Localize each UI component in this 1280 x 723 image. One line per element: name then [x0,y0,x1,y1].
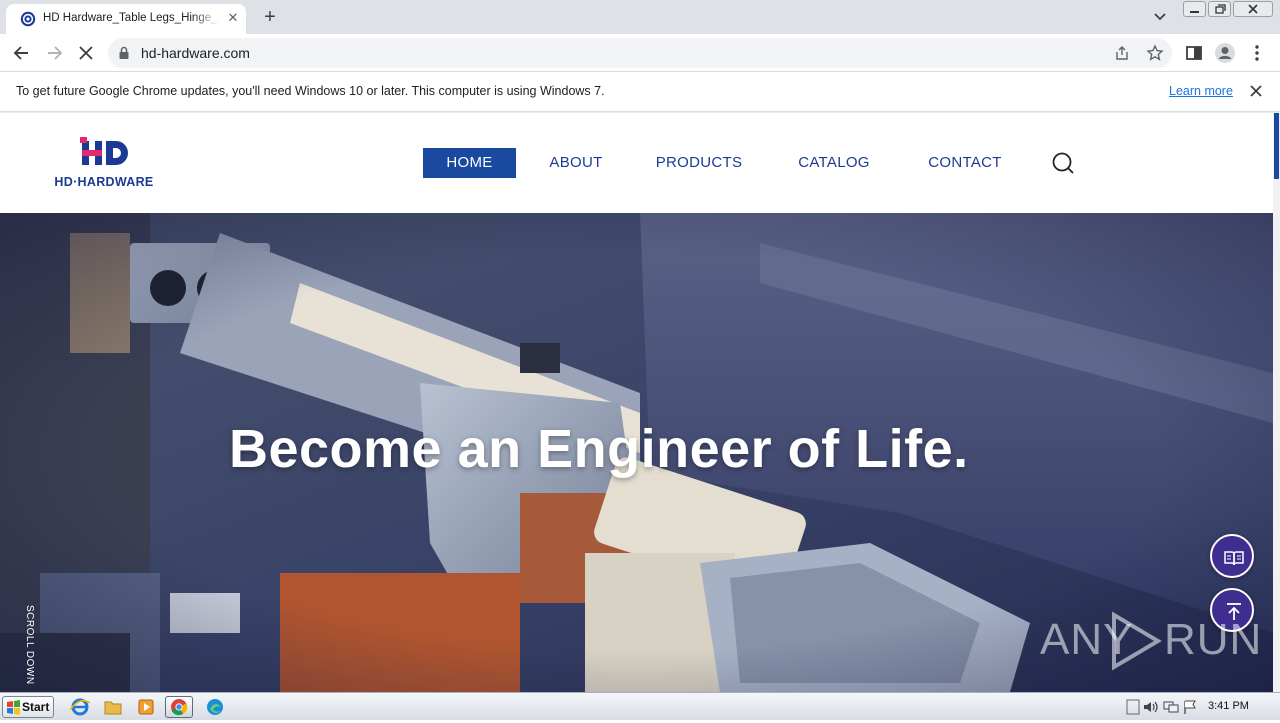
site-favicon-icon [20,11,36,27]
close-icon [1248,4,1258,14]
taskbar-ie[interactable] [66,696,94,718]
windows-logo-icon [7,700,20,715]
browser-toolbar: hd-hardware.com [0,34,1280,72]
tab-close-button[interactable]: ✕ [226,11,240,25]
site-logo[interactable]: HD·HARDWARE [42,137,166,189]
media-player-icon [138,699,154,715]
minimize-icon [1190,11,1199,13]
watermark-text-right: RUN [1164,615,1263,664]
windows-taskbar: Start 3:41 PM [0,692,1280,720]
nav-about[interactable]: ABOUT [540,148,612,178]
page-scrollbar[interactable] [1273,113,1280,692]
book-icon [1224,551,1244,566]
update-infobar: To get future Google Chrome updates, you… [0,72,1280,112]
nav-products[interactable]: PRODUCTS [651,148,747,178]
kebab-menu-icon[interactable] [1246,42,1268,64]
start-label: Start [22,700,50,714]
tab-strip: HD Hardware_Table Legs_Hinge_Metal ✕ + [0,0,1280,34]
logo-mark-icon [80,137,128,165]
window-close-button[interactable] [1233,1,1273,17]
nav-contact[interactable]: CONTACT [920,148,1010,178]
bookmark-star-icon[interactable] [1146,44,1164,62]
play-triangle-icon [1112,611,1162,671]
taskbar-media-player[interactable] [132,696,160,718]
hero-banner: Become an Engineer of Life. SCROLL DOWN … [0,213,1273,692]
tab-title: HD Hardware_Table Legs_Hinge_Metal [43,12,219,24]
catalog-float-button[interactable] [1210,534,1254,578]
tray-expand-icon[interactable] [1126,699,1140,715]
scroll-down-hint[interactable]: SCROLL DOWN [24,605,35,685]
back-arrow-icon[interactable] [11,42,33,64]
address-bar[interactable]: hd-hardware.com [108,38,1172,68]
browser-tab-active[interactable]: HD Hardware_Table Legs_Hinge_Metal ✕ [6,4,246,34]
volume-icon[interactable] [1142,699,1160,715]
hero-headline: Become an Engineer of Life. [229,419,969,479]
stop-loading-icon[interactable] [75,42,97,64]
scrollbar-thumb[interactable] [1274,113,1279,179]
folder-icon [104,701,122,715]
share-icon[interactable] [1114,45,1130,61]
nav-home[interactable]: HOME [423,148,516,178]
side-panel-icon[interactable] [1183,42,1205,64]
taskbar-clock[interactable]: 3:41 PM [1208,700,1249,712]
tab-search-chevron-icon[interactable] [1150,8,1170,26]
restore-icon [1215,4,1226,14]
chrome-icon [171,699,188,716]
window-minimize-button[interactable] [1183,1,1206,17]
site-header: HD·HARDWARE HOME ABOUT PRODUCTS CATALOG … [0,113,1273,213]
lock-icon[interactable] [118,46,130,60]
forward-arrow-icon[interactable] [43,42,65,64]
start-button[interactable]: Start [2,696,54,718]
system-tray [1122,693,1280,721]
search-icon[interactable] [1051,151,1075,175]
logo-wordmark: HD·HARDWARE [54,175,154,189]
url-text[interactable]: hd-hardware.com [141,45,250,61]
nav-catalog[interactable]: CATALOG [790,148,878,178]
network-icon[interactable] [1162,699,1180,715]
internet-explorer-icon [69,698,91,716]
taskbar-edge[interactable] [201,696,229,718]
taskbar-explorer[interactable] [99,696,127,718]
edge-icon [207,699,223,715]
window-restore-button[interactable] [1208,1,1231,17]
action-center-flag-icon[interactable] [1182,699,1198,715]
learn-more-link[interactable]: Learn more [1169,84,1233,98]
taskbar-chrome[interactable] [165,696,193,718]
infobar-message: To get future Google Chrome updates, you… [16,84,605,98]
profile-avatar-icon[interactable] [1214,42,1236,64]
new-tab-button[interactable]: + [258,5,282,29]
infobar-close-icon[interactable] [1248,83,1264,99]
